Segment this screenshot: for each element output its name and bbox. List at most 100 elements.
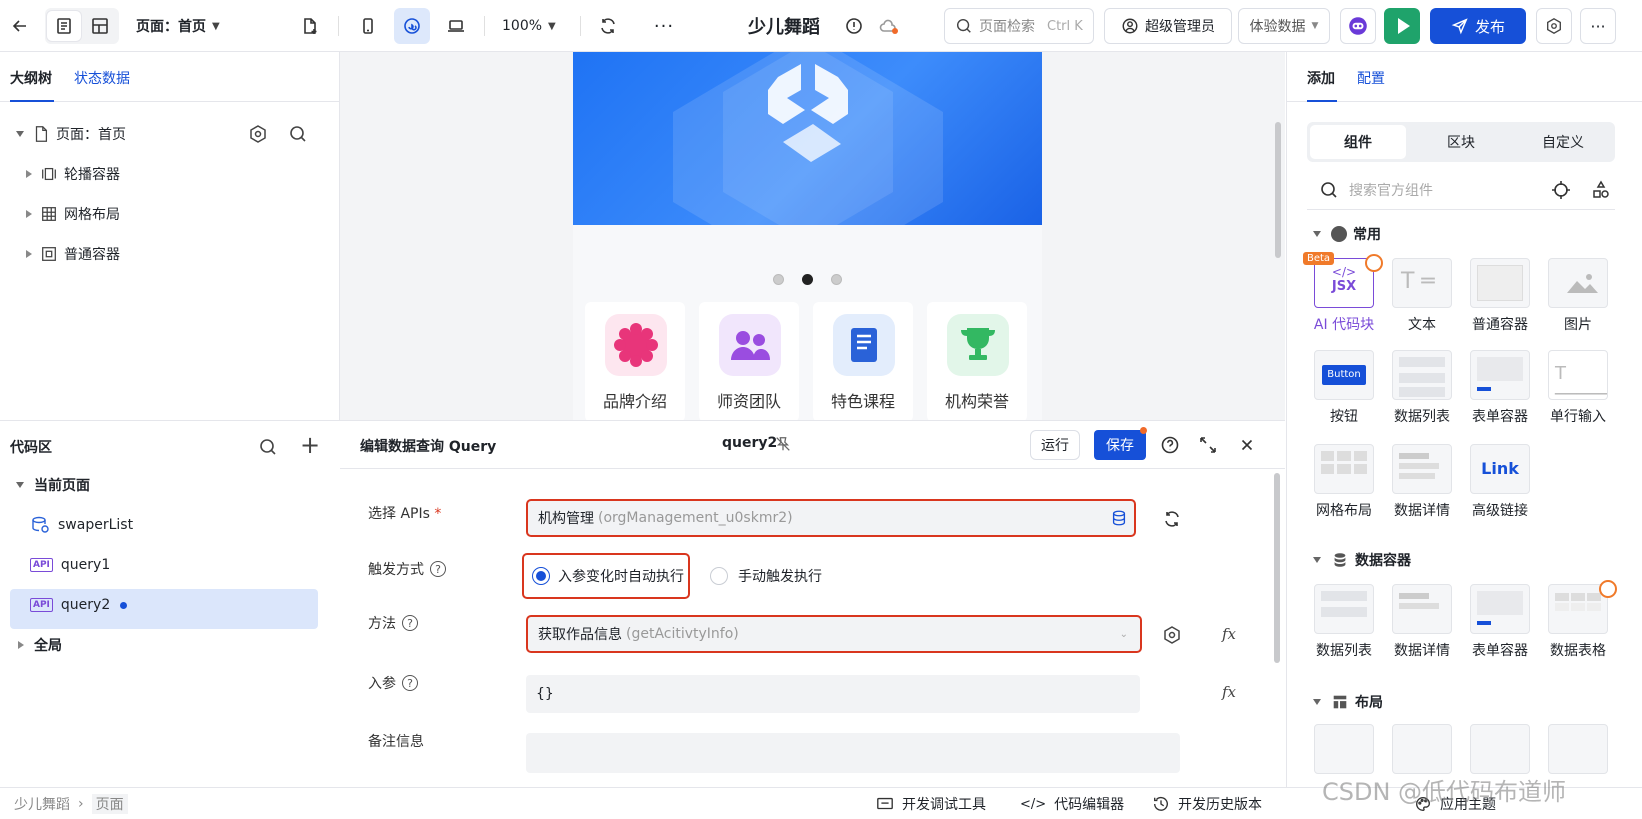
more-menu-button[interactable]: ··· [1580, 8, 1616, 44]
component-form-container-2[interactable]: 表单容器 [1465, 584, 1535, 660]
search-icon[interactable] [258, 437, 278, 457]
carousel-dot[interactable] [773, 274, 784, 285]
section-data-containers[interactable]: 数据容器 [1313, 550, 1411, 570]
page-selector[interactable]: 页面：首页 ▼ [136, 8, 220, 44]
publish-button[interactable]: 发布 [1430, 8, 1526, 44]
component-data-list-2[interactable]: 数据列表 [1309, 584, 1379, 660]
page-search-input[interactable]: 页面检索 Ctrl K [944, 8, 1094, 44]
code-item-swaperlist[interactable]: swaperList [0, 505, 340, 545]
tab-state-data[interactable]: 状态数据 [74, 68, 130, 88]
current-page-group[interactable]: 当前页面 [0, 465, 340, 505]
settings-button[interactable] [1536, 8, 1572, 44]
zoom-selector[interactable]: 100% ▼ [502, 8, 556, 44]
canvas-scrollbar[interactable] [1275, 122, 1281, 258]
component-data-detail[interactable]: 数据详情 [1387, 444, 1457, 520]
breadcrumb-app[interactable]: 少儿舞蹈 [14, 794, 70, 814]
help-circle-icon[interactable] [1160, 435, 1180, 455]
locate-icon[interactable] [1551, 180, 1571, 200]
breadcrumb-page[interactable]: 页面 [91, 794, 128, 814]
design-canvas[interactable]: 品牌介绍 师资团队 特色课程 机构荣誉 [340, 52, 1285, 420]
more-button[interactable]: ··· [646, 8, 682, 44]
component-advanced-link[interactable]: Link 高级链接 [1465, 444, 1535, 520]
help-icon[interactable]: ? [402, 615, 418, 631]
tree-item-container[interactable]: 普通容器 [0, 234, 340, 274]
component-grid-layout[interactable]: 网格布局 [1309, 444, 1379, 520]
seg-custom[interactable]: 自定义 [1515, 125, 1611, 159]
hexagon-settings-icon[interactable] [1162, 625, 1182, 645]
miniprogram-preview-button[interactable] [394, 8, 430, 44]
run-button[interactable]: 运行 [1030, 430, 1080, 460]
ai-assistant-button[interactable] [1340, 8, 1376, 44]
component-data-list[interactable]: 数据列表 [1387, 350, 1457, 426]
page-view-button[interactable] [46, 10, 82, 42]
add-icon[interactable]: + [300, 431, 320, 459]
unpin-icon[interactable] [774, 435, 792, 453]
code-item-query2[interactable]: API query2 [0, 585, 340, 625]
tab-add[interactable]: 添加 [1307, 68, 1335, 88]
radio-manual-execute[interactable]: 手动触发执行 [710, 566, 822, 586]
section-common[interactable]: 常用 [1313, 224, 1381, 244]
refresh-icon[interactable] [1162, 509, 1182, 529]
params-input[interactable]: {} [526, 675, 1140, 713]
tree-item-carousel[interactable]: 轮播容器 [0, 154, 340, 194]
info-button[interactable] [836, 8, 872, 44]
run-preview-button[interactable] [1384, 8, 1420, 44]
section-layout-label: 布局 [1355, 695, 1383, 711]
back-button[interactable] [2, 8, 38, 44]
method-select[interactable]: 获取作品信息 (getAcitivtyInfo) ⌄ [526, 615, 1142, 653]
tree-item-grid[interactable]: 网格布局 [0, 194, 340, 234]
carousel-dot[interactable] [831, 274, 842, 285]
cloud-sync-button[interactable] [870, 8, 906, 44]
help-icon[interactable]: ? [402, 675, 418, 691]
component-data-detail-2[interactable]: 数据详情 [1387, 584, 1457, 660]
component-button[interactable]: Button 按钮 [1309, 350, 1379, 426]
tab-config[interactable]: 配置 [1357, 68, 1385, 88]
component-container[interactable]: 普通容器 [1465, 258, 1535, 334]
desktop-preview-button[interactable] [438, 8, 474, 44]
component-data-table[interactable]: 数据表格 [1543, 580, 1617, 660]
component-image[interactable]: 图片 [1543, 258, 1613, 334]
feature-card-teachers[interactable]: 师资团队 [699, 302, 799, 420]
component-label: 按钮 [1330, 409, 1358, 425]
component-text-input[interactable]: T ───── 单行输入 [1543, 350, 1613, 426]
tree-root-page[interactable]: 页面：首页 [0, 114, 340, 154]
component-text[interactable]: T ═ 文本 [1387, 258, 1457, 334]
shapes-icon[interactable] [1591, 180, 1611, 200]
help-icon[interactable]: ? [430, 561, 446, 577]
code-editor-button[interactable]: </> 代码编辑器 [1020, 794, 1124, 814]
feature-card-brand[interactable]: 品牌介绍 [585, 302, 685, 420]
feature-card-honors[interactable]: 机构荣誉 [927, 302, 1027, 420]
editor-scrollbar[interactable] [1274, 473, 1280, 663]
component-ai-code-block[interactable]: </> JSX Beta AI 代码块 [1303, 252, 1383, 334]
history-button[interactable]: 开发历史版本 [1152, 794, 1262, 814]
carousel-banner[interactable] [573, 52, 1042, 225]
fx-icon[interactable]: fx [1222, 625, 1236, 643]
fx-icon[interactable]: fx [1222, 683, 1236, 701]
carousel-dot-active[interactable] [802, 274, 813, 285]
radio-auto-execute[interactable]: 入参变化时自动执行 [532, 566, 684, 586]
image-icon [1567, 274, 1598, 293]
data-mode-selector[interactable]: 体验数据 ▼ [1238, 8, 1330, 44]
remark-input[interactable] [526, 733, 1180, 773]
close-icon[interactable] [1238, 436, 1256, 454]
dev-tools-button[interactable]: 开发调试工具 [876, 794, 986, 814]
expand-icon[interactable] [1198, 435, 1218, 455]
component-form-container[interactable]: 表单容器 [1465, 350, 1535, 426]
seg-blocks[interactable]: 区块 [1413, 125, 1509, 159]
search-icon[interactable] [288, 124, 308, 144]
layout-view-button[interactable] [82, 8, 118, 44]
seg-components[interactable]: 组件 [1310, 125, 1406, 159]
hexagon-settings-icon[interactable] [248, 124, 268, 144]
refresh-button[interactable] [590, 8, 626, 44]
layout-icon [1333, 695, 1347, 709]
new-page-button[interactable] [292, 8, 328, 44]
section-layout[interactable]: 布局 [1313, 692, 1383, 712]
code-item-query1[interactable]: API query1 [0, 545, 340, 585]
global-group[interactable]: 全局 [0, 625, 340, 665]
user-menu-button[interactable]: 超级管理员 [1104, 8, 1232, 44]
api-select[interactable]: 机构管理 (orgManagement_u0skmr2) [526, 499, 1136, 537]
mobile-preview-button[interactable] [350, 8, 386, 44]
save-button[interactable]: 保存 [1094, 430, 1146, 460]
feature-card-courses[interactable]: 特色课程 [813, 302, 913, 420]
tab-outline[interactable]: 大纲树 [10, 68, 52, 88]
